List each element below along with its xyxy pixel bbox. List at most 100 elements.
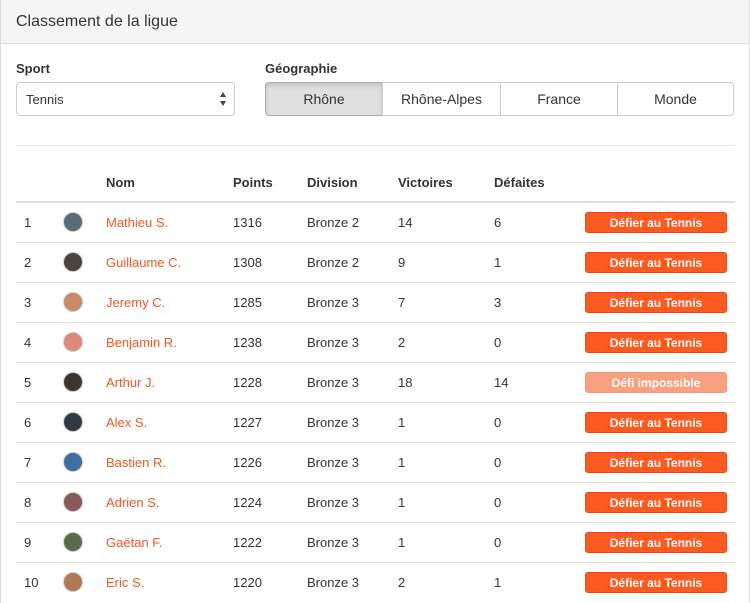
name-cell: Bastien R.: [106, 441, 233, 482]
rank-cell: 9: [16, 521, 63, 562]
rank-cell: 1: [24, 214, 32, 230]
avatar: [63, 332, 83, 352]
player-name-link[interactable]: Guillaume C.: [106, 255, 181, 270]
action-cell: Défier au Tennis: [585, 241, 735, 282]
player-name-link[interactable]: Mathieu S.: [106, 215, 168, 230]
header-name: Nom: [106, 164, 233, 203]
header-avatar: [63, 164, 106, 203]
division-cell: Bronze 3: [307, 521, 398, 562]
table-row: 6 Alex S. 1227 Bronze 3 1 0 Défier au Tennis: [16, 401, 735, 442]
player-name-link[interactable]: Arthur J.: [106, 375, 155, 390]
losses-cell: 0: [494, 481, 585, 522]
ranking-body: 1 Mathieu S. 1316 Bronze 2 1 4 6 Défier au Tenn…: [16, 202, 735, 602]
avatar-cell: [63, 521, 106, 562]
player-name-link[interactable]: Benjamin R.: [106, 335, 177, 350]
losses-cell: 0: [494, 441, 585, 482]
losses-cell: 0: [494, 521, 585, 562]
header-points: Points: [233, 164, 307, 203]
geography-label: Géographie: [265, 61, 338, 76]
division-cell: Bronze 2: [307, 241, 398, 282]
table-row: 3 Jeremy C. 1285 Bronze 3 7 3 Défier au Tennis: [16, 281, 735, 322]
player-name-link[interactable]: Adrien S.: [106, 495, 159, 510]
player-name-link[interactable]: Jeremy C.: [106, 295, 165, 310]
header-division: Division: [307, 164, 398, 203]
geo-button-monde[interactable]: Monde: [617, 82, 734, 116]
wins-cell: 2: [398, 321, 494, 362]
points-cell: 1285: [233, 281, 307, 322]
avatar-cell: [63, 281, 106, 322]
wins-cell: 2: [398, 561, 494, 602]
points-cell: 1227: [233, 401, 307, 442]
player-name-link[interactable]: Bastien R.: [106, 455, 166, 470]
geo-button-france[interactable]: France: [500, 82, 618, 116]
rank-cell: 7: [16, 441, 63, 482]
points-cell: 1220: [233, 561, 307, 602]
challenge-button[interactable]: Défier au Tennis: [585, 291, 727, 313]
name-cell: Benjamin R.: [106, 321, 233, 362]
losses-cell: 0: [494, 401, 585, 442]
action-cell: Défi impossible: [585, 361, 735, 402]
rank-cell: 5: [16, 361, 63, 402]
challenge-button[interactable]: Défier au Tennis: [585, 251, 727, 273]
avatar-cell: [63, 321, 106, 362]
avatar-cell: [63, 361, 106, 402]
table-row: 5 Arthur J. 1228 Bronze 3 18 14 Défi impossibl…: [16, 361, 735, 402]
action-cell: Défier au Tennis: [585, 281, 735, 322]
avatar-cell: [63, 241, 106, 282]
rank-cell: 6: [16, 401, 63, 442]
header-wins: Victoires: [398, 164, 494, 203]
challenge-button[interactable]: Défier au Tennis: [585, 451, 727, 473]
challenge-button[interactable]: Défier au Tennis: [585, 531, 727, 553]
challenge-button[interactable]: Défier au Tennis: [585, 571, 727, 593]
points-cell: 1238: [233, 321, 307, 362]
action-cell: Défier au Tennis: [585, 321, 735, 362]
points-cell: 1222: [233, 521, 307, 562]
challenge-impossible-button: Défi impossible: [585, 371, 727, 393]
losses-cell: 1: [494, 561, 585, 602]
table-row: 4 Benjamin R. 1238 Bronze 3 2 0 Défier au Tenn…: [16, 321, 735, 362]
sport-select-value: Tennis: [26, 91, 64, 107]
name-cell: Guillaume C.: [106, 241, 233, 282]
challenge-button[interactable]: Défier au Tennis: [585, 211, 727, 233]
wins-cell: 1: [398, 441, 494, 482]
avatar: [63, 252, 83, 272]
rank-cell: 4: [16, 321, 63, 362]
division-cell: Bronze 3: [307, 441, 398, 482]
division-cell: Bronze 3: [307, 321, 398, 362]
filters-section: Sport Tennis Géographie Rhône Rhône-Alpe…: [16, 44, 734, 146]
table-row: 1 Mathieu S. 1316 Bronze 2 14 6 Défier au Tenn…: [16, 202, 735, 242]
points-cell: 1316: [233, 214, 262, 230]
avatar: [63, 292, 83, 312]
division-cell: Bronze 3: [307, 561, 398, 602]
challenge-button[interactable]: Défier au Tennis: [585, 411, 727, 433]
challenge-button[interactable]: Défier au Tennis: [585, 331, 727, 353]
table-row: 8 Adrien S. 1224 Bronze 3 1 0 Défier au Tennis: [16, 481, 735, 522]
wins-cell: 7: [398, 281, 494, 322]
division-cell: Bronze 3: [307, 401, 398, 442]
player-name-link[interactable]: Gaëtan F.: [106, 535, 162, 550]
player-name-link[interactable]: Eric S.: [106, 575, 144, 590]
name-cell: Adrien S.: [106, 481, 233, 522]
division-cell: Bronze 2: [307, 214, 360, 230]
rank-cell: 2: [16, 241, 63, 282]
avatar: [63, 212, 83, 233]
avatar-cell: [63, 401, 106, 442]
sport-label: Sport: [16, 61, 50, 76]
losses-cell: 3: [494, 281, 585, 322]
avatar-cell: [63, 202, 106, 242]
sport-select[interactable]: Tennis: [16, 82, 235, 116]
ranking-table: Nom Points Division Victoires Défaites 1…: [16, 164, 735, 602]
player-name-link[interactable]: Alex S.: [106, 415, 147, 430]
geo-button-rhone-alpes[interactable]: Rhône-Alpes: [382, 82, 501, 116]
name-cell: Alex S.: [106, 401, 233, 442]
avatar: [63, 492, 83, 512]
rank-cell: 3: [16, 281, 63, 322]
header-action: [585, 164, 735, 203]
action-cell: Défier au Tennis: [585, 521, 735, 562]
challenge-button[interactable]: Défier au Tennis: [585, 491, 727, 513]
geo-button-rhone[interactable]: Rhône: [265, 82, 383, 116]
geography-button-group: Rhône Rhône-Alpes France Monde: [265, 82, 734, 116]
points-cell: 1228: [233, 361, 307, 402]
wins-cell: 18: [398, 361, 494, 402]
name-cell: Eric S.: [106, 561, 233, 602]
